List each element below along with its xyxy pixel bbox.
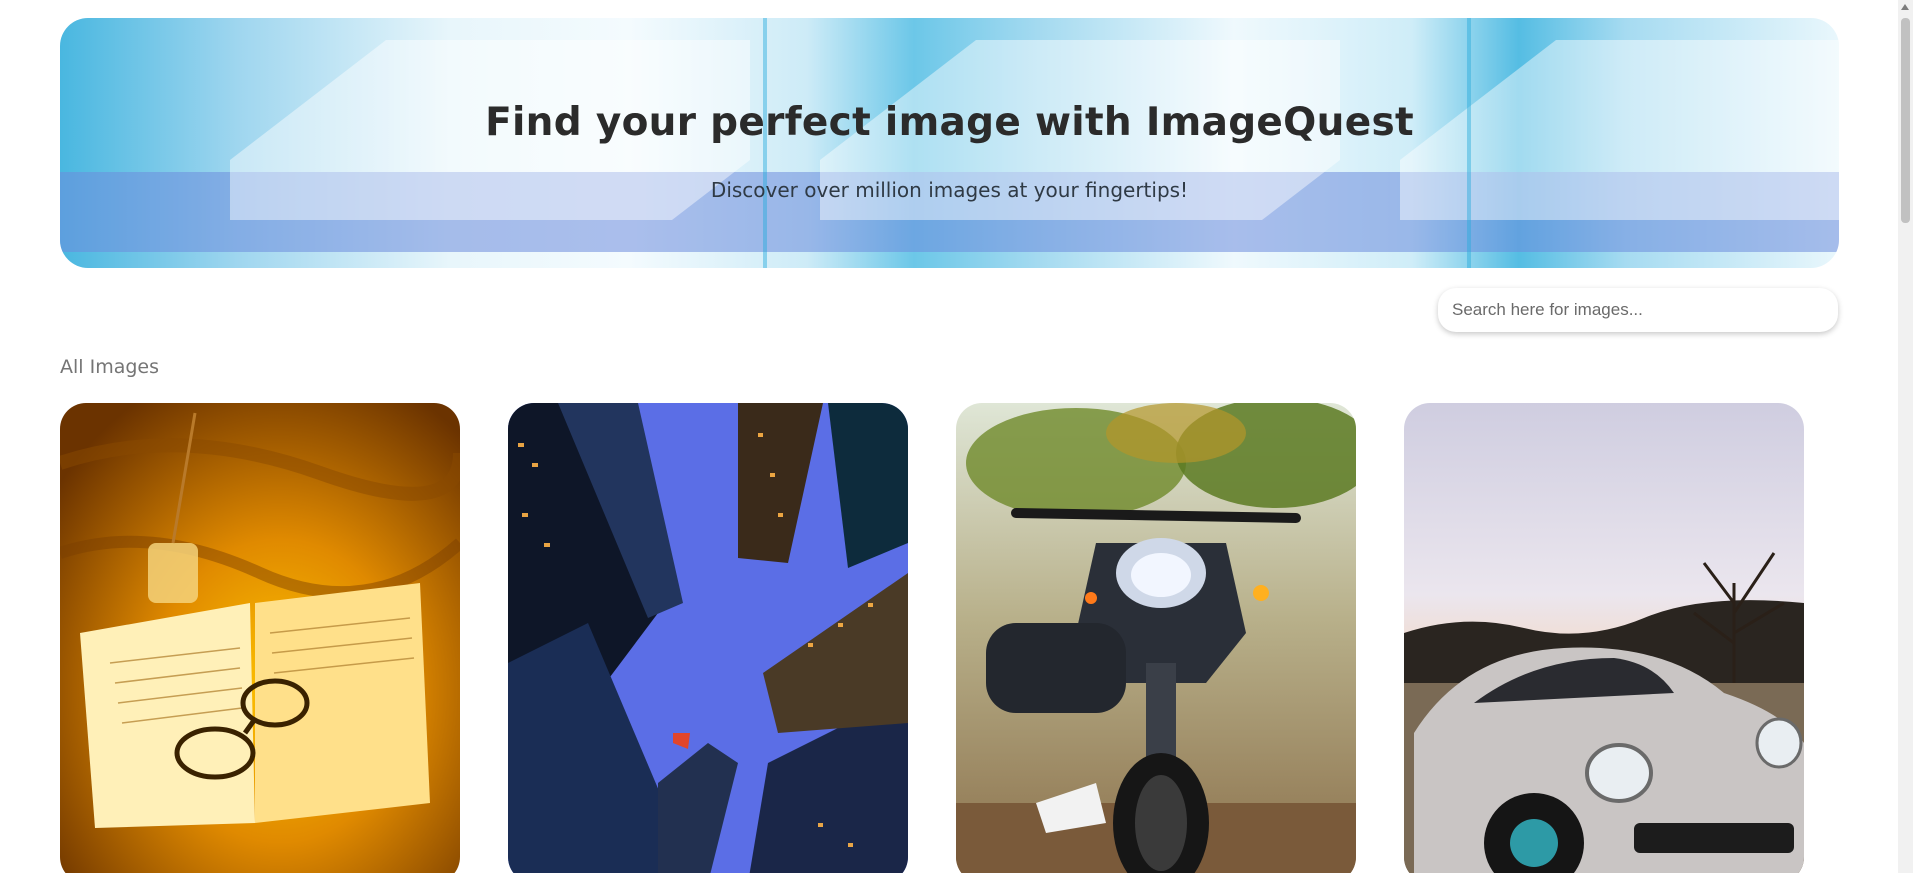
page-scrollbar[interactable] [1898, 0, 1913, 873]
image-gallery [60, 403, 1820, 873]
hero-subtitle: Discover over million images at your fin… [710, 178, 1189, 202]
search-input[interactable] [1438, 288, 1836, 332]
scroll-up-icon[interactable] [1901, 4, 1909, 10]
scrollbar-thumb[interactable] [1901, 18, 1910, 223]
image-card-car[interactable] [1404, 403, 1804, 873]
motorcycle-photo[interactable] [956, 403, 1356, 873]
image-card-motorcycle[interactable] [956, 403, 1356, 873]
car-photo[interactable] [1404, 403, 1804, 873]
section-title: All Images [60, 356, 159, 378]
skyscrapers-photo[interactable] [508, 403, 908, 873]
hero-banner: Find your perfect image with ImageQuest … [60, 18, 1839, 268]
page: Find your perfect image with ImageQuest … [0, 0, 1913, 873]
image-card-skyscrapers[interactable] [508, 403, 908, 873]
hero-title: Find your perfect image with ImageQuest [485, 100, 1414, 145]
book-photo[interactable] [60, 403, 460, 873]
image-card-book[interactable] [60, 403, 460, 873]
search-box[interactable] [1438, 288, 1838, 332]
